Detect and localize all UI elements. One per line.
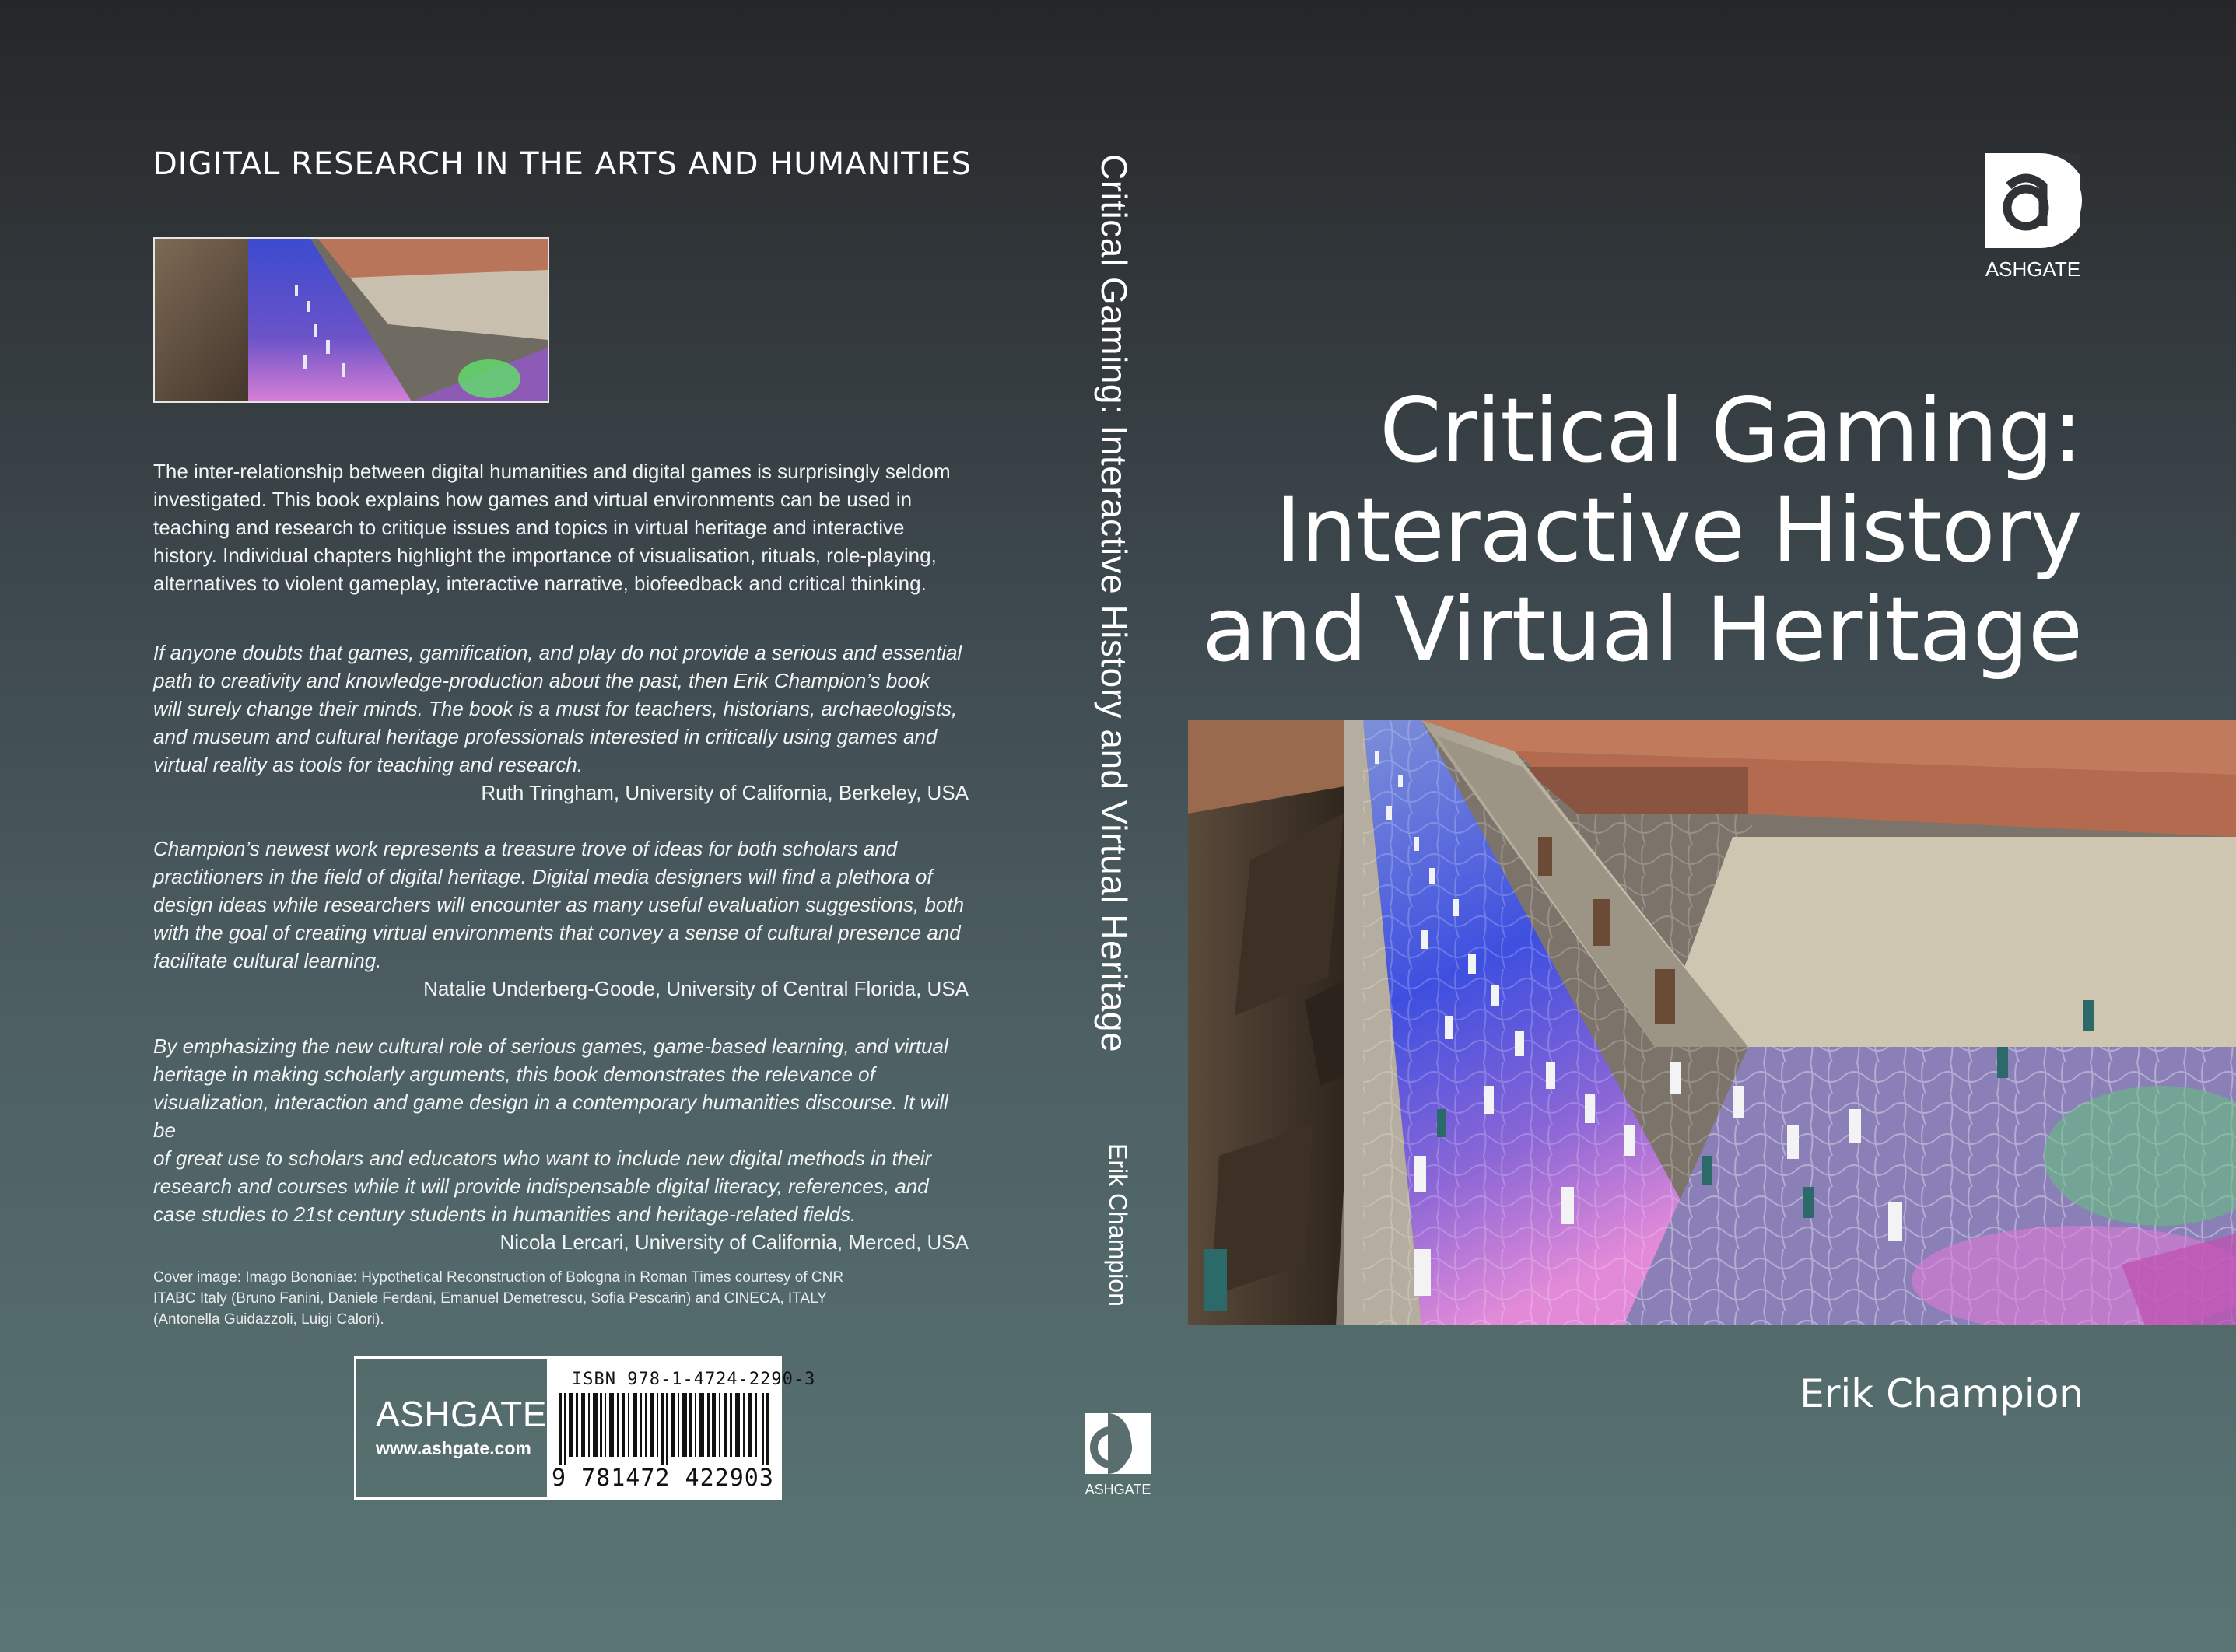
quote-attribution: Nicola Lercari, University of California… — [499, 1230, 969, 1254]
intro-line: investigated. This book explains how gam… — [153, 488, 913, 511]
quote-line: If anyone doubts that games, gamificatio… — [153, 641, 962, 664]
back-thumbnail-image — [153, 237, 549, 403]
ashgate-logo-icon: ASHGATE — [1085, 1413, 1151, 1497]
quote-line: heritage in making scholarly arguments, … — [153, 1062, 875, 1086]
virtual-heritage-scene — [1188, 720, 2236, 1325]
quote-line: Champion’s newest work represents a trea… — [153, 837, 898, 860]
review-quote: If anyone doubts that games, gamificatio… — [153, 639, 969, 807]
barcode-bars-icon — [559, 1393, 769, 1465]
quote-line: path to creativity and knowledge-product… — [153, 669, 930, 692]
intro-line: The inter-relationship between digital h… — [153, 460, 951, 483]
credit-line: ITABC Italy (Bruno Fanini, Daniele Ferda… — [153, 1290, 827, 1307]
review-quote: Champion’s newest work represents a trea… — [153, 835, 969, 1003]
intro-line: history. Individual chapters highlight t… — [153, 544, 937, 567]
isbn-digits: 9 781472 422903 — [552, 1465, 774, 1492]
quote-line: and museum and cultural heritage profess… — [153, 725, 938, 748]
spine-logo-text: ASHGATE — [1085, 1482, 1151, 1497]
spine-title: Critical Gaming: Interactive History and… — [1094, 154, 1134, 1053]
publisher-box: ASHGATE www.ashgate.com ISBN 978-1-4724-… — [354, 1356, 815, 1500]
intro-line: alternatives to violent gameplay, intera… — [153, 572, 927, 595]
quote-line: will surely change their minds. The book… — [153, 697, 958, 720]
title-line: Critical Gaming: — [1379, 379, 2083, 482]
quote-line: design ideas while researchers will enco… — [153, 893, 965, 916]
front-author: Erik Champion — [1800, 1371, 2084, 1416]
isbn-barcode: ISBN 978-1-4724-2290-3 9 781472 422903 — [547, 1359, 815, 1500]
thumbnail-scene — [155, 239, 548, 401]
quote-attribution: Natalie Underberg-Goode, University of C… — [423, 977, 969, 1000]
quote-line: with the goal of creating virtual enviro… — [153, 921, 961, 944]
quote-line: case studies to 21st century students in… — [153, 1202, 857, 1226]
quote-line: practitioners in the field of digital he… — [153, 865, 933, 888]
quote-line: By emphasizing the new cultural role of … — [153, 1034, 948, 1058]
review-quote: By emphasizing the new cultural role of … — [153, 1032, 969, 1256]
quote-line: of great use to scholars and educators w… — [153, 1146, 932, 1170]
front-logo-text: ASHGATE — [1985, 257, 2080, 280]
cover-image — [1188, 720, 2236, 1325]
cover-image-credit: Cover image: Imago Bononiae: Hypothetica… — [153, 1267, 931, 1330]
quote-line: virtual reality as tools for teaching an… — [153, 753, 584, 776]
title-line: Interactive History — [1275, 478, 2083, 582]
book-title: Critical Gaming: Interactive History and… — [1202, 379, 2083, 681]
quote-attribution: Ruth Tringham, University of California,… — [481, 781, 969, 804]
intro-paragraph: The inter-relationship between digital h… — [153, 457, 969, 597]
title-line: and Virtual Heritage — [1202, 578, 2083, 681]
intro-line: teaching and research to critique issues… — [153, 516, 905, 539]
spine-author: Erik Champion — [1104, 1143, 1132, 1307]
publisher-name: ASHGATE — [376, 1394, 547, 1434]
isbn-label: ISBN 978-1-4724-2290-3 — [572, 1370, 816, 1389]
ashgate-logo-icon: ASHGATE — [1985, 153, 2084, 280]
publisher-url: www.ashgate.com — [376, 1438, 531, 1458]
credit-line: Cover image: Imago Bononiae: Hypothetica… — [153, 1269, 844, 1286]
series-title: DIGITAL RESEARCH IN THE ARTS AND HUMANIT… — [153, 146, 973, 182]
quote-line: research and courses while it will provi… — [153, 1174, 929, 1198]
quote-line: facilitate cultural learning. — [153, 949, 382, 972]
credit-line: (Antonella Guidazzoli, Luigi Calori). — [153, 1311, 384, 1328]
quote-line: visualization, interaction and game desi… — [153, 1090, 948, 1142]
